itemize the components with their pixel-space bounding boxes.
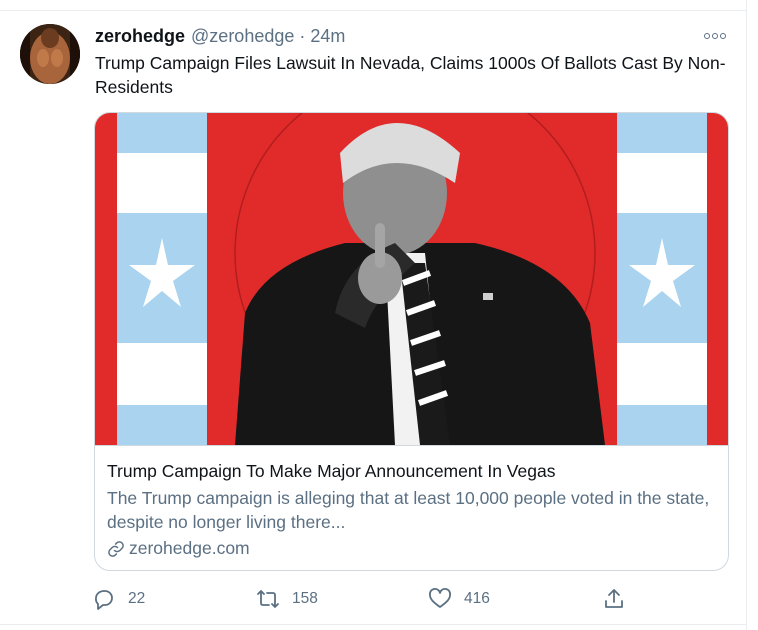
card-domain: zerohedge.com <box>107 538 250 559</box>
card-divider <box>95 445 728 446</box>
card-description: The Trump campaign is alleging that at l… <box>107 488 710 532</box>
timeline-divider-top <box>0 10 746 11</box>
tweet-actions: 22 158 416 <box>92 586 732 612</box>
timeline-border-right <box>746 0 747 630</box>
reply-button[interactable]: 22 <box>92 586 145 612</box>
avatar[interactable] <box>20 24 80 84</box>
retweet-icon <box>257 590 279 608</box>
like-icon <box>429 588 451 608</box>
share-button[interactable] <box>602 586 638 612</box>
more-icon[interactable] <box>700 26 730 46</box>
tweet-header: zerohedge @zerohedge · 24m <box>95 26 345 48</box>
link-card[interactable]: Trump Campaign To Make Major Announcemen… <box>94 112 729 571</box>
right-flag-graphic <box>617 113 707 445</box>
retweet-count: 158 <box>292 590 318 607</box>
card-title: Trump Campaign To Make Major Announcemen… <box>107 461 556 481</box>
tweet-text: Trump Campaign Files Lawsuit In Nevada, … <box>95 53 726 97</box>
card-image <box>95 113 728 445</box>
share-icon <box>605 589 623 608</box>
author-handle[interactable]: @zerohedge <box>191 26 294 47</box>
card-domain-text: zerohedge.com <box>129 538 250 558</box>
like-button[interactable]: 416 <box>428 586 490 612</box>
reply-count: 22 <box>128 590 146 607</box>
like-count: 416 <box>464 590 490 607</box>
retweet-button[interactable]: 158 <box>256 586 318 612</box>
link-icon <box>108 540 124 557</box>
separator-dot: · <box>299 26 306 46</box>
author-name[interactable]: zerohedge <box>95 26 185 47</box>
reply-icon <box>95 590 113 610</box>
timestamp[interactable]: 24m <box>310 26 345 47</box>
timeline-divider-bottom <box>0 624 746 625</box>
left-flag-graphic <box>117 113 207 445</box>
